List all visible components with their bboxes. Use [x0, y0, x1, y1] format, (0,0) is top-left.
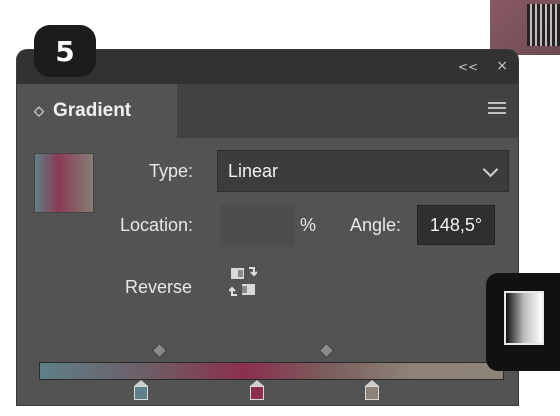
reverse-label: Reverse — [125, 277, 193, 297]
gradient-preview-swatch[interactable] — [34, 153, 94, 213]
gradient-midpoint-handle[interactable] — [318, 342, 335, 359]
gradient-tool-icon[interactable] — [504, 291, 544, 345]
percent-label: % — [300, 215, 317, 235]
angle-label: Angle: — [350, 215, 402, 235]
gradient-color-stop[interactable] — [249, 380, 264, 400]
qr-code-icon — [527, 4, 560, 46]
type-label: Type: — [149, 161, 194, 181]
location-input[interactable] — [220, 205, 295, 247]
angle-input[interactable]: 148,5° — [417, 205, 495, 245]
gradient-type-select[interactable]: Linear — [217, 150, 509, 192]
side-gradient-thumbnail — [486, 273, 560, 371]
tab-gradient[interactable]: ◇ Gradient — [17, 84, 177, 138]
panel-tab-strip: ◇ Gradient — [17, 84, 518, 138]
reverse-gradient-icon[interactable] — [229, 266, 257, 298]
chevron-down-icon — [482, 161, 499, 178]
gradient-color-stop[interactable] — [365, 380, 380, 400]
gradient-midpoint-handle[interactable] — [152, 342, 168, 359]
collapse-panel-icon[interactable]: << — [458, 60, 478, 74]
close-panel-icon[interactable]: × — [496, 58, 508, 74]
gradient-type-value: Linear — [228, 160, 279, 181]
tab-expand-icon[interactable]: ◇ — [34, 103, 44, 119]
panel-menu-icon[interactable] — [488, 102, 506, 116]
gradient-color-stop[interactable] — [133, 380, 148, 400]
gradient-panel: << × ◇ Gradient Type: Linear Location: %… — [17, 50, 518, 405]
tab-gradient-label: Gradient — [53, 100, 132, 121]
gradient-slider-bar[interactable] — [39, 362, 504, 380]
location-label: Location: — [120, 215, 194, 235]
step-number-badge: 5 — [34, 25, 96, 77]
